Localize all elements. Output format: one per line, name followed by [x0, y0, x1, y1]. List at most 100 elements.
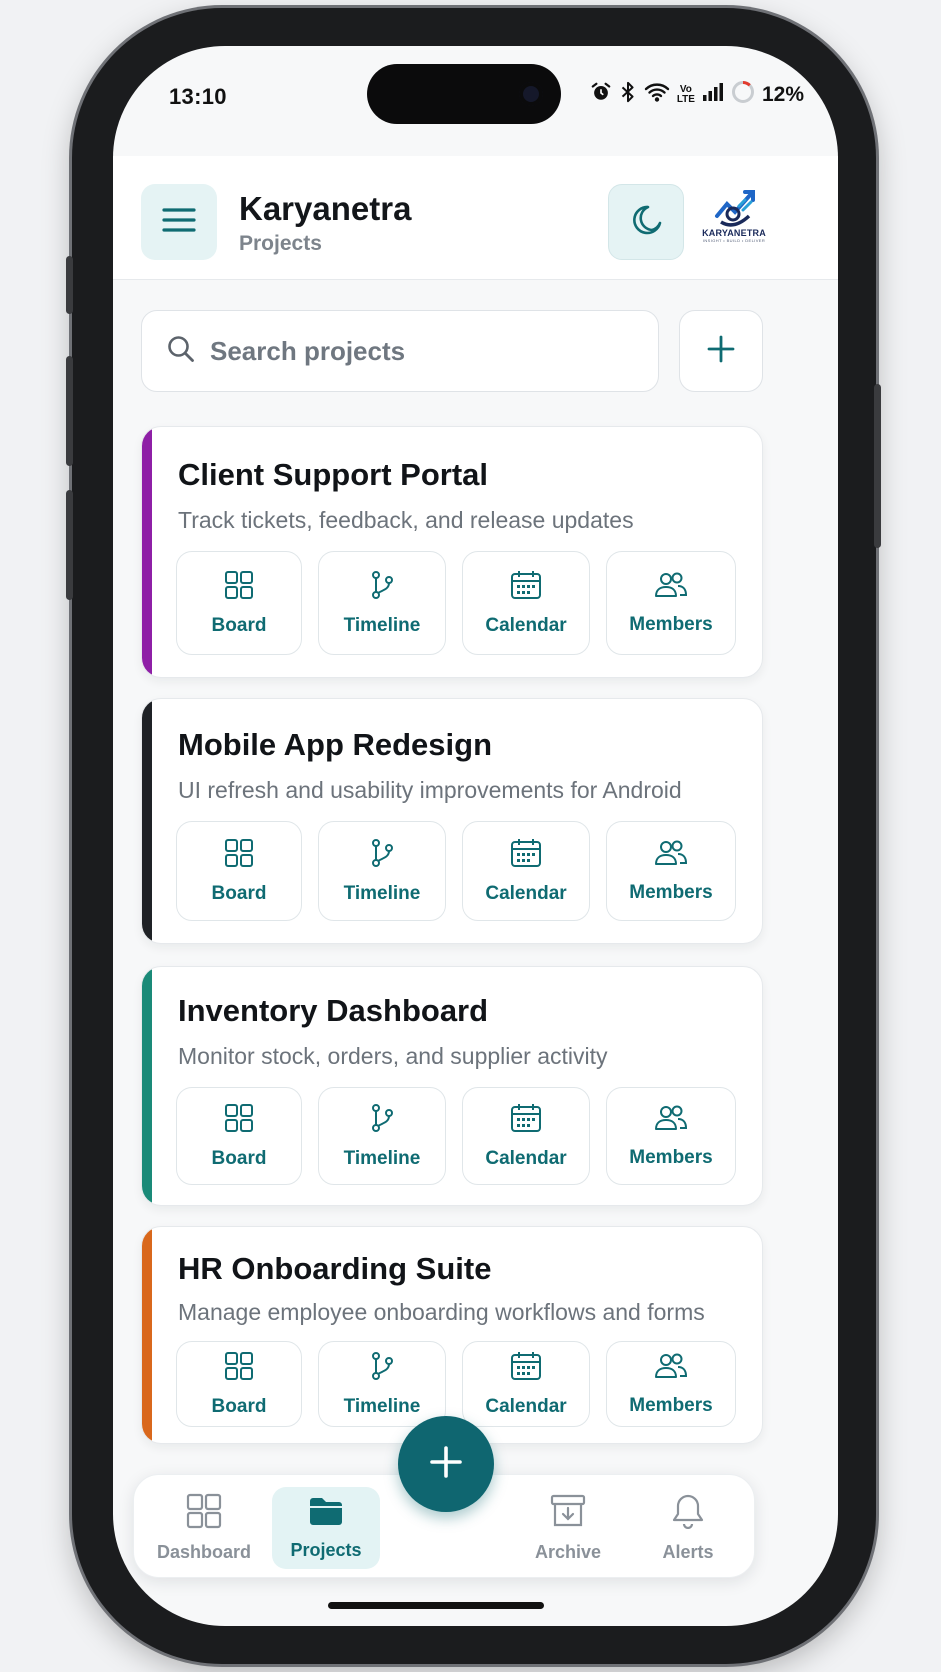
branch-icon	[367, 1351, 397, 1386]
timeline-button[interactable]: Timeline	[318, 821, 446, 921]
grid-icon	[186, 1493, 222, 1534]
project-actions: Board Timeline Calendar Members	[176, 821, 736, 921]
board-button[interactable]: Board	[176, 551, 302, 655]
bell-icon	[671, 1493, 705, 1534]
add-project-button[interactable]	[679, 310, 763, 392]
logo-wordmark: KARYANETRA	[702, 228, 766, 238]
project-card[interactable]: Inventory Dashboard Monitor stock, order…	[141, 966, 763, 1206]
front-camera	[519, 82, 543, 106]
card-accent-bar	[142, 1227, 152, 1443]
timeline-button[interactable]: Timeline	[318, 551, 446, 655]
nav-label: Alerts	[662, 1542, 714, 1562]
nav-item-archive[interactable]: Archive	[514, 1487, 622, 1569]
card-accent-bar	[142, 427, 152, 677]
wifi-icon	[644, 81, 670, 108]
nav-item-alerts[interactable]: Alerts	[634, 1487, 742, 1569]
search-bar[interactable]	[141, 310, 659, 392]
project-description: Track tickets, feedback, and release upd…	[178, 507, 634, 533]
grid-icon	[224, 570, 254, 605]
timeline-button[interactable]: Timeline	[318, 1087, 446, 1185]
volte-bottom-label: LTE	[676, 93, 695, 105]
calendar-button[interactable]: Calendar	[462, 821, 590, 921]
project-title: Mobile App Redesign	[178, 727, 493, 762]
page-subtitle: Projects	[239, 232, 322, 255]
action-label: Board	[211, 1395, 267, 1417]
nav-label: Dashboard	[156, 1542, 252, 1562]
users-icon	[654, 839, 688, 872]
brand-logo: KARYANETRA INSIGHT • BUILD • DELIVER	[699, 186, 769, 256]
board-button[interactable]: Board	[176, 821, 302, 921]
users-icon	[654, 1352, 688, 1385]
moon-icon	[628, 202, 664, 243]
calendar-button[interactable]: Calendar	[462, 1087, 590, 1185]
action-label: Calendar	[485, 1395, 567, 1417]
archive-icon	[550, 1493, 586, 1534]
branch-icon	[367, 1103, 397, 1138]
action-label: Board	[211, 882, 267, 904]
phone-volume-down-button	[66, 490, 73, 600]
app-screen: 13:10 Vo LTE 12% Karyanetra Projects KAR…	[113, 46, 838, 1626]
create-fab-button[interactable]	[398, 1416, 494, 1512]
project-description: Monitor stock, orders, and supplier acti…	[178, 1043, 608, 1069]
app-header: Karyanetra Projects KARYANETRA INSIGHT •…	[113, 156, 838, 280]
members-button[interactable]: Members	[606, 1087, 736, 1185]
card-accent-bar	[142, 967, 152, 1205]
calendar-button[interactable]: Calendar	[462, 1341, 590, 1427]
branch-icon	[367, 838, 397, 873]
members-button[interactable]: Members	[606, 551, 736, 655]
alarm-icon	[590, 81, 612, 108]
calendar-icon	[510, 1351, 542, 1386]
action-label: Timeline	[343, 1147, 421, 1169]
status-bar: 13:10 Vo LTE 12%	[113, 46, 838, 156]
calendar-icon	[510, 838, 542, 873]
members-button[interactable]: Members	[606, 821, 736, 921]
project-description: Manage employee onboarding workflows and…	[178, 1299, 705, 1325]
nav-item-dashboard[interactable]: Dashboard	[150, 1487, 258, 1569]
project-card[interactable]: HR Onboarding Suite Manage employee onbo…	[141, 1226, 763, 1444]
plus-icon	[428, 1444, 464, 1485]
nav-label: Archive	[534, 1542, 602, 1562]
menu-button[interactable]	[141, 184, 217, 260]
phone-action-button	[66, 256, 73, 314]
action-label: Members	[629, 613, 713, 635]
action-label: Members	[629, 881, 713, 903]
status-time: 13:10	[169, 84, 227, 109]
app-title: Karyanetra	[239, 190, 412, 227]
battery-ring-icon	[731, 80, 755, 109]
grid-icon	[224, 1103, 254, 1138]
folder-icon	[308, 1495, 344, 1532]
branch-icon	[367, 570, 397, 605]
board-button[interactable]: Board	[176, 1341, 302, 1427]
action-label: Board	[211, 614, 267, 636]
project-card[interactable]: Client Support Portal Track tickets, fee…	[141, 426, 763, 678]
plus-icon	[706, 334, 736, 369]
action-label: Timeline	[343, 882, 421, 904]
nav-label: Projects	[290, 1540, 362, 1560]
action-label: Timeline	[343, 1395, 421, 1417]
dynamic-island	[367, 64, 561, 124]
logo-tagline: INSIGHT • BUILD • DELIVER	[702, 238, 766, 243]
nav-item-projects[interactable]: Projects	[272, 1487, 380, 1569]
project-actions: Board Timeline Calendar Members	[176, 551, 736, 655]
action-label: Timeline	[343, 614, 421, 636]
project-card[interactable]: Mobile App Redesign UI refresh and usabi…	[141, 698, 763, 944]
grid-icon	[224, 838, 254, 873]
theme-toggle-button[interactable]	[608, 184, 684, 260]
search-icon	[166, 334, 196, 369]
members-button[interactable]: Members	[606, 1341, 736, 1427]
timeline-button[interactable]: Timeline	[318, 1341, 446, 1427]
project-title: HR Onboarding Suite	[178, 1251, 492, 1286]
hamburger-menu-icon	[162, 207, 196, 238]
board-button[interactable]: Board	[176, 1087, 302, 1185]
calendar-button[interactable]: Calendar	[462, 551, 590, 655]
phone-volume-up-button	[66, 356, 73, 466]
grid-icon	[224, 1351, 254, 1386]
status-icons: Vo LTE 12%	[590, 80, 804, 109]
project-description: UI refresh and usability improvements fo…	[178, 777, 682, 803]
home-indicator[interactable]	[328, 1602, 544, 1609]
project-actions: Board Timeline Calendar Members	[176, 1341, 736, 1427]
search-input[interactable]	[210, 335, 630, 367]
users-icon	[654, 571, 688, 604]
project-actions: Board Timeline Calendar Members	[176, 1087, 736, 1185]
action-label: Board	[211, 1147, 267, 1169]
